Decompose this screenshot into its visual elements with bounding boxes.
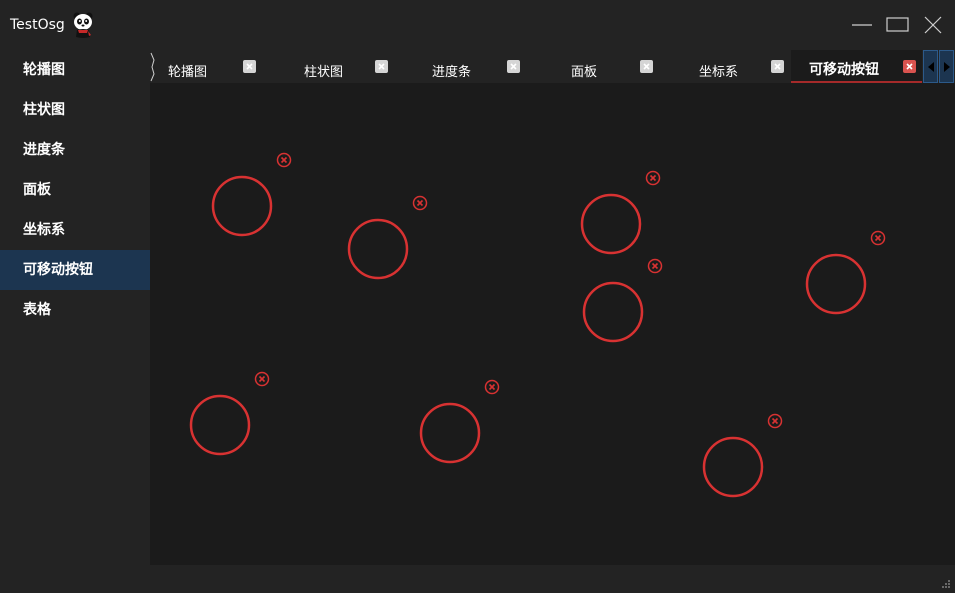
movable-button-3[interactable] <box>580 170 661 255</box>
circle-button[interactable] <box>582 281 644 343</box>
circle-button[interactable] <box>347 218 409 280</box>
close-circle-icon[interactable] <box>647 258 663 274</box>
tab-scroll-right-button[interactable] <box>939 50 954 83</box>
close-circle-icon[interactable] <box>412 195 428 211</box>
close-circle-icon[interactable] <box>276 152 292 168</box>
circle-button[interactable] <box>419 402 481 464</box>
tab-scroll-left-button[interactable] <box>923 50 938 83</box>
tab-close-icon[interactable] <box>771 60 784 73</box>
sidebar: 轮播图 柱状图 进度条 面板 坐标系 可移动按钮 表格 <box>0 50 150 588</box>
close-icon <box>924 16 942 34</box>
tab-bar: 轮播图 柱状图 进度条 面板 坐标系 可移动按钮 <box>150 50 955 83</box>
title-bar[interactable]: TestOsg <box>0 0 955 50</box>
close-button[interactable] <box>921 12 947 38</box>
app-title: TestOsg <box>10 17 65 33</box>
maximize-icon <box>886 17 909 32</box>
tab-label: 柱状图 <box>304 65 344 80</box>
close-circle-icon[interactable] <box>870 230 886 246</box>
tab-close-icon[interactable] <box>243 60 256 73</box>
tab-label: 进度条 <box>432 65 472 80</box>
minimize-button[interactable] <box>850 12 876 38</box>
canvas-svg <box>189 152 886 498</box>
minimize-icon <box>852 24 872 26</box>
tab-movable-button[interactable]: 可移动按钮 <box>791 50 922 83</box>
tab-label: 可移动按钮 <box>809 62 879 78</box>
circle-button[interactable] <box>805 253 867 315</box>
movable-button-5[interactable] <box>805 230 886 315</box>
close-circle-icon[interactable] <box>484 379 500 395</box>
sidebar-item-carousel[interactable]: 轮播图 <box>0 50 150 90</box>
movable-button-7[interactable] <box>419 379 500 464</box>
tab-close-icon[interactable] <box>640 60 653 73</box>
tab-label: 坐标系 <box>699 65 739 80</box>
tab-label: 轮播图 <box>168 65 208 80</box>
tab-progress-bar[interactable]: 进度条 <box>422 50 546 83</box>
movable-button-2[interactable] <box>347 195 428 280</box>
tab-carousel[interactable]: 轮播图 <box>156 50 280 83</box>
circle-button[interactable] <box>580 193 642 255</box>
tab-bar-chart[interactable]: 柱状图 <box>290 50 414 83</box>
sidebar-item-table[interactable]: 表格 <box>0 290 150 330</box>
tab-close-icon[interactable] <box>903 60 916 73</box>
movable-button-8[interactable] <box>702 413 783 498</box>
circle-button[interactable] <box>702 436 764 498</box>
movable-button-canvas <box>150 83 955 565</box>
panda-icon <box>72 11 94 39</box>
movable-button-6[interactable] <box>189 371 270 456</box>
tab-label: 面板 <box>571 65 598 80</box>
resize-grip-icon[interactable] <box>941 574 951 588</box>
close-circle-icon[interactable] <box>767 413 783 429</box>
tab-panel[interactable]: 面板 <box>555 50 679 83</box>
tab-close-icon[interactable] <box>375 60 388 73</box>
maximize-button[interactable] <box>885 12 911 38</box>
movable-button-4[interactable] <box>582 258 663 343</box>
close-circle-icon[interactable] <box>645 170 661 186</box>
close-circle-icon[interactable] <box>254 371 270 387</box>
circle-button[interactable] <box>189 394 251 456</box>
sidebar-item-progress-bar[interactable]: 进度条 <box>0 130 150 170</box>
sidebar-item-bar-chart[interactable]: 柱状图 <box>0 90 150 130</box>
circle-button[interactable] <box>211 175 273 237</box>
sidebar-item-movable-button[interactable]: 可移动按钮 <box>0 250 150 290</box>
arrow-right-icon <box>943 62 950 72</box>
movable-button-1[interactable] <box>211 152 292 237</box>
tab-close-icon[interactable] <box>507 60 520 73</box>
tab-coordinate[interactable]: 坐标系 <box>688 50 792 83</box>
sidebar-item-coordinate[interactable]: 坐标系 <box>0 210 150 250</box>
sidebar-item-panel[interactable]: 面板 <box>0 170 150 210</box>
arrow-left-icon <box>927 62 934 72</box>
